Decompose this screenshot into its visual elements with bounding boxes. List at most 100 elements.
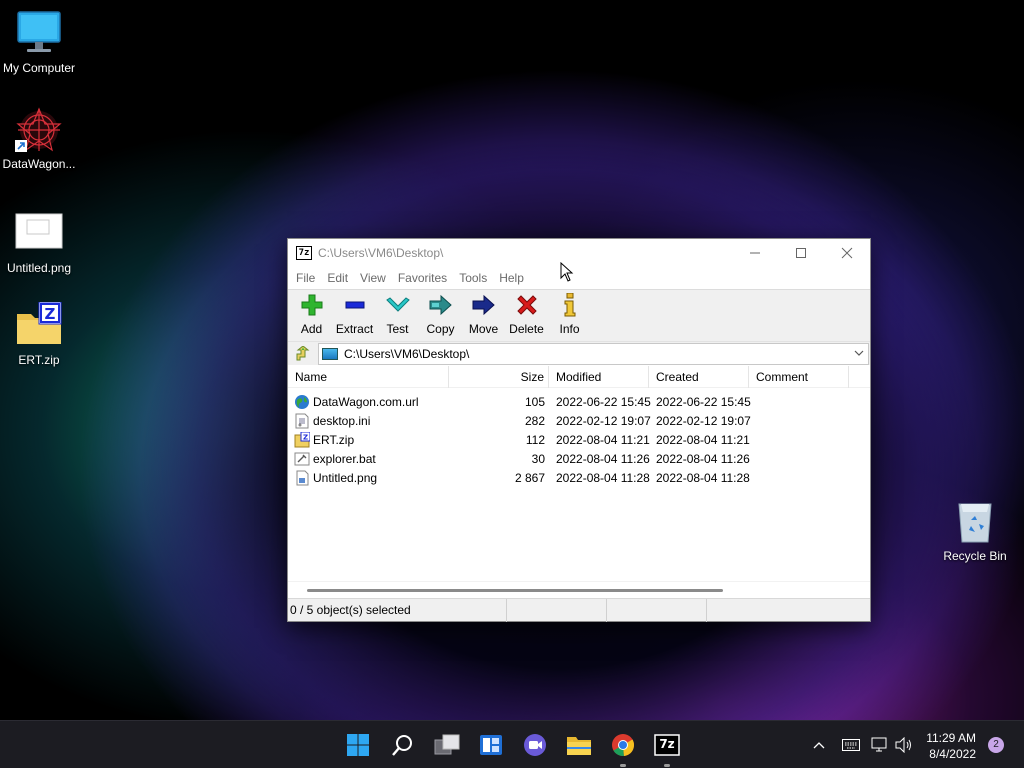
info-icon (558, 293, 582, 317)
7zip-taskbar-button[interactable]: 7z (653, 731, 681, 767)
column-header-row: Name Size Modified Created Comment (288, 365, 870, 388)
scrollbar-thumb[interactable] (307, 589, 723, 592)
mouse-cursor-icon (560, 262, 574, 282)
file-size: 105 (524, 394, 545, 409)
info-button[interactable]: Info (548, 293, 591, 336)
chevron-down-icon[interactable] (850, 348, 868, 359)
move-arrow-icon (472, 293, 496, 317)
window-title: C:\Users\VM6\Desktop\ (318, 246, 444, 260)
close-icon (841, 247, 853, 259)
menu-favorites[interactable]: Favorites (392, 271, 453, 285)
file-size: 30 (531, 451, 545, 466)
extract-button[interactable]: Extract (333, 293, 376, 336)
desktop-icon-label: DataWagon... (2, 157, 76, 171)
desktop-icon-ert-zip[interactable]: Z ERT.zip (0, 301, 78, 367)
desktop-icon-my-computer[interactable]: My Computer (0, 10, 78, 75)
clock[interactable]: 11:29 AM 8/4/2022 (926, 730, 976, 762)
minus-icon (343, 293, 367, 317)
file-created: 2022-02-12 19:07 (656, 413, 751, 428)
start-button[interactable] (344, 731, 372, 759)
column-header-size[interactable]: Size (449, 365, 549, 388)
move-button[interactable]: Move (462, 293, 505, 336)
zip-folder-icon: Z (15, 301, 63, 350)
delete-button[interactable]: Delete (505, 293, 548, 336)
desktop-icon-label: Recycle Bin (943, 549, 1007, 563)
add-button[interactable]: Add (290, 293, 333, 336)
up-arrow-icon (296, 345, 310, 360)
7zip-file-manager-window: 7z C:\Users\VM6\Desktop\ File Edit View … (287, 238, 871, 622)
system-tray (810, 721, 916, 768)
desktop-icon-recycle-bin[interactable]: Recycle Bin (936, 498, 1014, 563)
column-header-comment[interactable]: Comment (749, 365, 849, 388)
copy-label: Copy (426, 322, 455, 336)
file-size: 282 (524, 413, 545, 428)
network-icon (871, 737, 887, 752)
column-header-modified[interactable]: Modified (549, 365, 649, 388)
status-segment (607, 598, 707, 622)
chevron-up-icon (813, 742, 825, 749)
ini-file-icon (294, 413, 310, 429)
clock-time: 11:29 AM (926, 731, 976, 745)
close-button[interactable] (824, 239, 870, 267)
plus-icon (300, 293, 324, 317)
path-combobox[interactable] (318, 342, 869, 365)
chat-button[interactable] (521, 731, 549, 759)
file-list[interactable]: Name Size Modified Created Comment DataW… (288, 365, 870, 598)
minimize-button[interactable] (732, 239, 778, 267)
path-input[interactable] (344, 346, 850, 361)
menu-view[interactable]: View (354, 271, 392, 285)
7zip-app-icon: 7z (296, 246, 312, 260)
file-size: 2 867 (514, 470, 545, 485)
check-icon (385, 293, 410, 317)
add-label: Add (300, 322, 323, 336)
maximize-button[interactable] (778, 239, 824, 267)
menu-tools[interactable]: Tools (453, 271, 493, 285)
file-created: 2022-06-22 15:45 (656, 394, 751, 409)
file-modified: 2022-02-12 19:07 (556, 413, 651, 428)
search-icon (392, 735, 412, 756)
drive-icon (322, 347, 338, 360)
test-label: Test (386, 322, 409, 336)
svg-text:Z: Z (303, 433, 308, 441)
copy-button[interactable]: Copy (419, 293, 462, 336)
minimize-icon (750, 252, 760, 254)
file-name: Untitled.png (313, 470, 378, 485)
table-row[interactable]: DataWagon.com.url 105 2022-06-22 15:45 2… (288, 392, 870, 411)
address-bar (288, 341, 870, 365)
desktop-icon-datawagon[interactable]: DataWagon... (0, 106, 78, 171)
up-folder-button[interactable] (288, 345, 318, 362)
table-row[interactable]: explorer.bat 30 2022-08-04 11:26 2022-08… (288, 449, 870, 468)
chrome-button[interactable] (609, 731, 637, 767)
widgets-button[interactable] (477, 731, 505, 759)
show-hidden-icons-button[interactable] (810, 741, 828, 749)
table-row[interactable]: Untitled.png 2 867 2022-08-04 11:28 2022… (288, 468, 870, 487)
bat-file-icon (294, 451, 310, 467)
horizontal-scrollbar[interactable] (288, 581, 870, 598)
table-row[interactable]: Z ERT.zip 112 2022-08-04 11:21 2022-08-0… (288, 430, 870, 449)
search-button[interactable] (389, 731, 417, 759)
column-header-created[interactable]: Created (649, 365, 749, 388)
title-bar[interactable]: 7z C:\Users\VM6\Desktop\ (288, 239, 870, 267)
image-file-icon (294, 470, 310, 486)
file-explorer-button[interactable] (565, 731, 593, 759)
file-name: desktop.ini (313, 413, 371, 428)
table-row[interactable]: desktop.ini 282 2022-02-12 19:07 2022-02… (288, 411, 870, 430)
menu-file[interactable]: File (290, 271, 321, 285)
keyboard-button[interactable] (836, 739, 866, 751)
test-button[interactable]: Test (376, 293, 419, 336)
recycle-bin-icon (951, 498, 999, 546)
menu-help[interactable]: Help (493, 271, 530, 285)
desktop-icon-label: ERT.zip (18, 353, 60, 367)
notification-badge[interactable]: 2 (988, 737, 1004, 753)
menu-bar: File Edit View Favorites Tools Help (288, 267, 870, 289)
task-view-button[interactable] (433, 731, 461, 759)
volume-button[interactable] (892, 737, 916, 753)
file-created: 2022-08-04 11:28 (656, 470, 750, 485)
menu-edit[interactable]: Edit (321, 271, 354, 285)
column-header-name[interactable]: Name (288, 365, 449, 388)
file-name: ERT.zip (313, 432, 355, 447)
file-modified: 2022-08-04 11:28 (556, 470, 650, 485)
file-size: 112 (525, 432, 545, 447)
network-button[interactable] (868, 737, 892, 753)
desktop-icon-untitled-png[interactable]: Untitled.png (0, 210, 78, 275)
